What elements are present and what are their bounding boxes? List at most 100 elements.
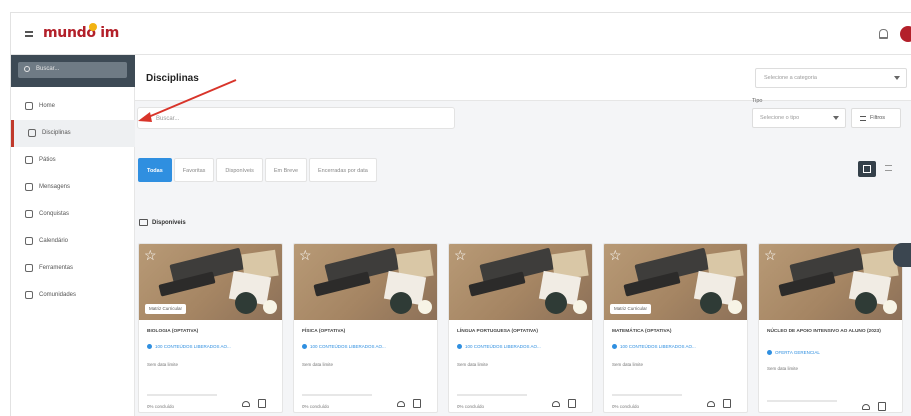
page-title: Disciplinas	[146, 73, 199, 84]
search-placeholder: Buscar...	[156, 116, 180, 122]
home-icon	[25, 102, 33, 110]
search-icon	[24, 66, 30, 72]
star-icon[interactable]: ☆	[299, 248, 312, 262]
headset-icon[interactable]	[552, 401, 560, 407]
tab-todas[interactable]: Todas	[138, 158, 172, 182]
book-icon[interactable]	[413, 399, 421, 408]
logo[interactable]: mundo im	[43, 25, 119, 41]
progress-label: 0% concluído	[147, 404, 175, 409]
book-icon[interactable]	[878, 402, 886, 411]
progress-label: 0% concluído	[302, 404, 330, 409]
notification-bell-icon[interactable]	[879, 29, 888, 39]
star-icon[interactable]: ☆	[609, 248, 622, 262]
people-icon	[25, 156, 33, 164]
sidebar-item-label: Pátios	[39, 157, 56, 163]
sidebar-item-home[interactable]: Home	[11, 93, 135, 120]
message-icon	[25, 183, 33, 191]
headset-icon[interactable]	[242, 401, 250, 407]
sidebar-item-mensagens[interactable]: Mensagens	[11, 174, 135, 201]
course-card[interactable]: ☆ LÍNGUA PORTUGUESA (OPTATIVA) 100 CONTE…	[448, 243, 593, 413]
side-panel-toggle[interactable]	[893, 243, 911, 267]
filter-icon	[860, 116, 866, 121]
course-cards: ☆ Matriz Curricular BIOLOGIA (OPTATIVA) …	[138, 243, 911, 413]
course-card[interactable]: ☆ Matriz Curricular BIOLOGIA (OPTATIVA) …	[138, 243, 283, 413]
sidebar-search-input[interactable]: Buscar...	[18, 62, 127, 78]
tab-favoritas[interactable]: Favoritas	[173, 158, 215, 182]
sidebar-item-comunidades[interactable]: Comunidades	[11, 282, 135, 309]
star-icon[interactable]: ☆	[764, 248, 777, 262]
type-select[interactable]: Selecione o tipo	[752, 108, 846, 128]
sidebar-item-label: Disciplinas	[42, 130, 71, 136]
people-icon	[302, 344, 307, 349]
avatar[interactable]	[900, 26, 911, 42]
sidebar-item-calendario[interactable]: Calendário	[11, 228, 135, 255]
sidebar: Buscar... Home Disciplinas Pátios Mensag…	[11, 55, 135, 416]
sidebar-item-label: Calendário	[39, 238, 69, 244]
card-title: LÍNGUA PORTUGUESA (OPTATIVA)	[457, 329, 538, 334]
card-date: Sem data limite	[302, 362, 334, 367]
card-thumbnail: ☆ Matriz Curricular	[139, 244, 282, 320]
card-tag: Matriz Curricular	[610, 304, 652, 314]
sidebar-item-disciplinas[interactable]: Disciplinas	[11, 120, 135, 147]
filters-button-label: Filtros	[870, 115, 885, 121]
logo-dot-icon	[89, 23, 97, 31]
type-filter-label: Tipo	[752, 98, 763, 104]
grid-view-button[interactable]	[858, 161, 876, 177]
card-meta: 100 CONTEÚDOS LIBERADOS AO...	[612, 344, 696, 349]
sidebar-item-patios[interactable]: Pátios	[11, 147, 135, 174]
tab-em-breve[interactable]: Em Breve	[264, 158, 308, 182]
calendar-icon	[25, 237, 33, 245]
course-card[interactable]: ☆ NÚCLEO DE APOIO INTENSIVO AO ALUNO (20…	[758, 243, 903, 413]
tab-disponiveis[interactable]: Disponíveis	[216, 158, 263, 182]
people-icon	[457, 344, 462, 349]
star-icon[interactable]: ☆	[144, 248, 157, 262]
book-icon[interactable]	[723, 399, 731, 408]
sidebar-item-label: Home	[39, 103, 56, 109]
sidebar-item-ferramentas[interactable]: Ferramentas	[11, 255, 135, 282]
headset-icon[interactable]	[397, 401, 405, 407]
sidebar-item-conquistas[interactable]: Conquistas	[11, 201, 135, 228]
search-input[interactable]: Buscar...	[137, 107, 455, 129]
page-header: Disciplinas Selecione a categoria	[135, 55, 911, 101]
people-icon	[612, 344, 617, 349]
book-icon[interactable]	[258, 399, 266, 408]
card-meta: OFERTA GERENCIAL	[767, 350, 820, 355]
search-icon	[145, 115, 151, 121]
card-date: Sem data limite	[147, 362, 179, 367]
list-view-icon[interactable]	[885, 165, 892, 171]
progress-bar	[612, 394, 682, 396]
chevron-down-icon	[894, 76, 900, 80]
sidebar-item-label: Comunidades	[39, 292, 77, 298]
card-tag: Matriz Curricular	[145, 304, 187, 314]
people-icon	[147, 344, 152, 349]
sidebar-nav: Home Disciplinas Pátios Mensagens Conqui…	[11, 93, 135, 309]
card-date: Sem data limite	[612, 362, 644, 367]
filters-button[interactable]: Filtros	[851, 108, 901, 128]
sidebar-item-label: Conquistas	[39, 211, 70, 217]
tab-encerradas[interactable]: Encerradas por data	[309, 158, 377, 182]
card-date: Sem data limite	[767, 366, 799, 371]
books-icon	[28, 129, 36, 137]
book-icon[interactable]	[568, 399, 576, 408]
star-icon[interactable]: ☆	[454, 248, 467, 262]
card-thumbnail: ☆	[294, 244, 437, 320]
course-card[interactable]: ☆ Matriz Curricular MATEMÁTICA (OPTATIVA…	[603, 243, 748, 413]
category-select[interactable]: Selecione a categoria	[755, 68, 907, 88]
card-date: Sem data limite	[457, 362, 489, 367]
section-title: Disponíveis	[152, 220, 186, 226]
sidebar-item-label: Ferramentas	[39, 265, 74, 271]
trophy-icon	[25, 210, 33, 218]
course-card[interactable]: ☆ FÍSICA (OPTATIVA) 100 CONTEÚDOS LIBERA…	[293, 243, 438, 413]
menu-icon[interactable]	[25, 31, 33, 37]
tools-icon	[25, 264, 33, 272]
headset-icon[interactable]	[862, 404, 870, 410]
progress-label: 0% concluído	[457, 404, 485, 409]
card-meta: 100 CONTEÚDOS LIBERADOS AO...	[457, 344, 541, 349]
grid-icon	[863, 165, 871, 173]
card-thumbnail: ☆ Matriz Curricular	[604, 244, 747, 320]
section-icon	[139, 219, 148, 226]
sidebar-search-placeholder: Buscar...	[36, 66, 60, 72]
headset-icon[interactable]	[707, 401, 715, 407]
tab-bar: Todas Favoritas Disponíveis Em Breve Enc…	[138, 158, 377, 182]
progress-bar	[457, 394, 527, 396]
